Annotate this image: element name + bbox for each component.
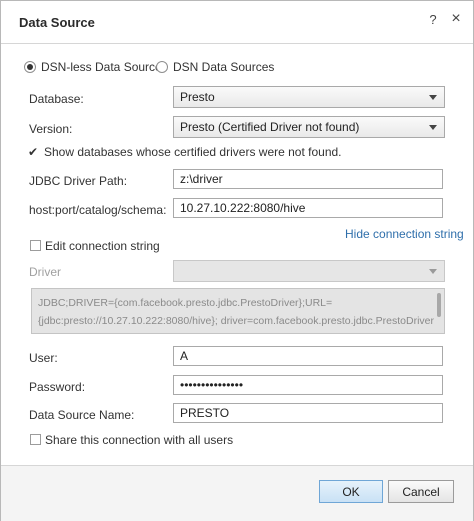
database-value: Presto bbox=[180, 90, 215, 104]
ok-button[interactable]: OK bbox=[319, 480, 383, 503]
chevron-down-icon bbox=[429, 125, 437, 130]
dsn-name-input[interactable] bbox=[173, 403, 443, 423]
share-checkbox[interactable] bbox=[30, 434, 41, 445]
connection-string-textarea[interactable]: JDBC;DRIVER={com.facebook.presto.jdbc.Pr… bbox=[31, 288, 445, 334]
password-input[interactable] bbox=[173, 375, 443, 395]
share-label[interactable]: Share this connection with all users bbox=[45, 433, 233, 447]
close-icon[interactable]: × bbox=[448, 10, 464, 28]
dsn-less-radio[interactable] bbox=[24, 61, 36, 73]
dsn-radio[interactable] bbox=[156, 61, 168, 73]
version-value: Presto (Certified Driver not found) bbox=[180, 120, 360, 134]
dsn-name-label: Data Source Name: bbox=[29, 408, 135, 422]
jdbc-path-label: JDBC Driver Path: bbox=[29, 174, 128, 188]
dsn-label[interactable]: DSN Data Sources bbox=[173, 60, 274, 74]
password-label: Password: bbox=[29, 380, 86, 394]
show-uncertified-checkbox[interactable]: ✔ bbox=[28, 146, 40, 158]
edit-connection-label[interactable]: Edit connection string bbox=[45, 239, 160, 253]
user-input[interactable] bbox=[173, 346, 443, 366]
host-input[interactable] bbox=[173, 198, 443, 218]
title-bar: Data Source ? × bbox=[1, 1, 473, 44]
version-label: Version: bbox=[29, 122, 73, 136]
scrollbar-thumb[interactable] bbox=[437, 293, 441, 317]
database-select[interactable]: Presto bbox=[173, 86, 445, 108]
dsn-less-label[interactable]: DSN-less Data Sources bbox=[41, 60, 168, 74]
dialog-title: Data Source bbox=[19, 15, 95, 30]
driver-select[interactable] bbox=[173, 260, 445, 282]
show-uncertified-label[interactable]: Show databases whose certified drivers w… bbox=[44, 145, 342, 159]
driver-label: Driver bbox=[29, 265, 61, 279]
help-icon[interactable]: ? bbox=[425, 12, 441, 30]
cancel-button[interactable]: Cancel bbox=[388, 480, 454, 503]
chevron-down-icon bbox=[429, 269, 437, 274]
database-label: Database: bbox=[29, 92, 84, 106]
host-label: host:port/catalog/schema: bbox=[29, 203, 167, 217]
chevron-down-icon bbox=[429, 95, 437, 100]
user-label: User: bbox=[29, 351, 58, 365]
connection-string-text: JDBC;DRIVER={com.facebook.presto.jdbc.Pr… bbox=[38, 297, 435, 327]
hide-connection-string-link[interactable]: Hide connection string bbox=[345, 227, 464, 241]
jdbc-path-input[interactable] bbox=[173, 169, 443, 189]
version-select[interactable]: Presto (Certified Driver not found) bbox=[173, 116, 445, 138]
edit-connection-checkbox[interactable] bbox=[30, 240, 41, 251]
dialog-footer: OK Cancel bbox=[1, 465, 473, 521]
data-source-dialog: Data Source ? × DSN-less Data Sources DS… bbox=[0, 0, 474, 521]
